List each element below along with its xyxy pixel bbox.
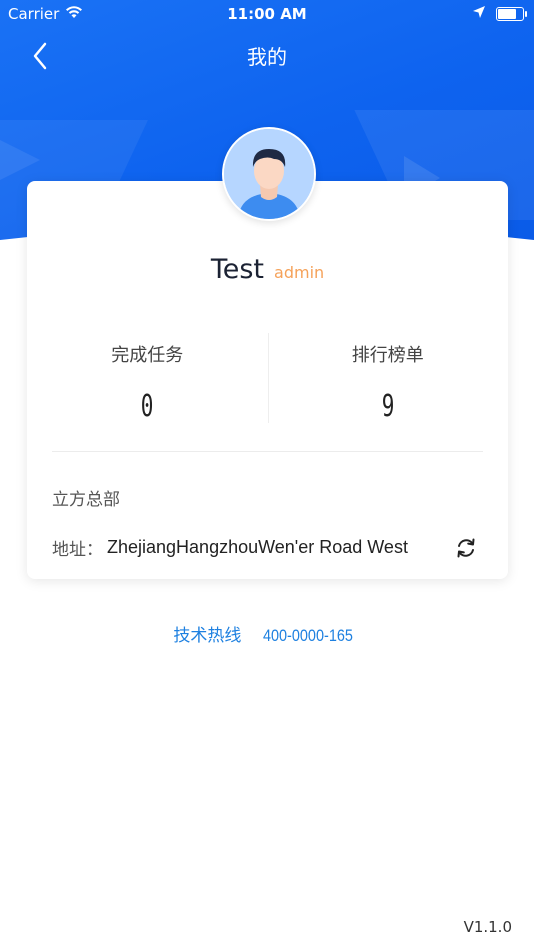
user-role: admin (274, 263, 325, 282)
status-time: 11:00 AM (227, 5, 307, 23)
page-title: 我的 (247, 45, 287, 69)
battery-level (498, 9, 517, 19)
stat-value: 0 (140, 389, 154, 424)
address-label: 地址： (52, 540, 103, 560)
refresh-location-button[interactable] (454, 536, 478, 560)
avatar-icon (224, 129, 314, 219)
address-row: 地址： ZhejiangHangzhouWen'er Road West (52, 535, 478, 560)
nav-bar: 我的 (0, 28, 534, 82)
org-name: 立方总部 (52, 490, 120, 510)
battery-icon (496, 7, 527, 21)
stat-label: 完成任务 (111, 345, 184, 366)
app-version: V1.1.0 (463, 918, 512, 936)
stat-leaderboard[interactable]: 排行榜单 9 (267, 333, 509, 424)
name-row: Test admin (27, 254, 508, 285)
hotline-number[interactable]: 400-0000-165 (263, 626, 353, 646)
location-arrow-icon (472, 5, 486, 23)
header-decor-shape (0, 140, 40, 180)
tech-hotline[interactable]: 技术热线 400-0000-165 (0, 621, 534, 646)
stat-value: 9 (381, 389, 395, 424)
hotline-label: 技术热线 (173, 626, 242, 646)
divider (52, 451, 483, 452)
status-indicators (472, 5, 527, 23)
user-name: Test (210, 254, 265, 285)
stats-row: 完成任务 0 排行榜单 9 (27, 333, 509, 424)
avatar[interactable] (222, 127, 316, 221)
stat-label: 排行榜单 (351, 345, 424, 366)
stat-completed-tasks[interactable]: 完成任务 0 (27, 333, 268, 424)
profile-card: Test admin 完成任务 0 排行榜单 9 立方总部 地址： Zhejia… (27, 181, 508, 579)
refresh-icon (457, 538, 475, 557)
address-value: ZhejiangHangzhouWen'er Road West (107, 537, 408, 557)
status-bar: Carrier 11:00 AM (0, 0, 534, 28)
